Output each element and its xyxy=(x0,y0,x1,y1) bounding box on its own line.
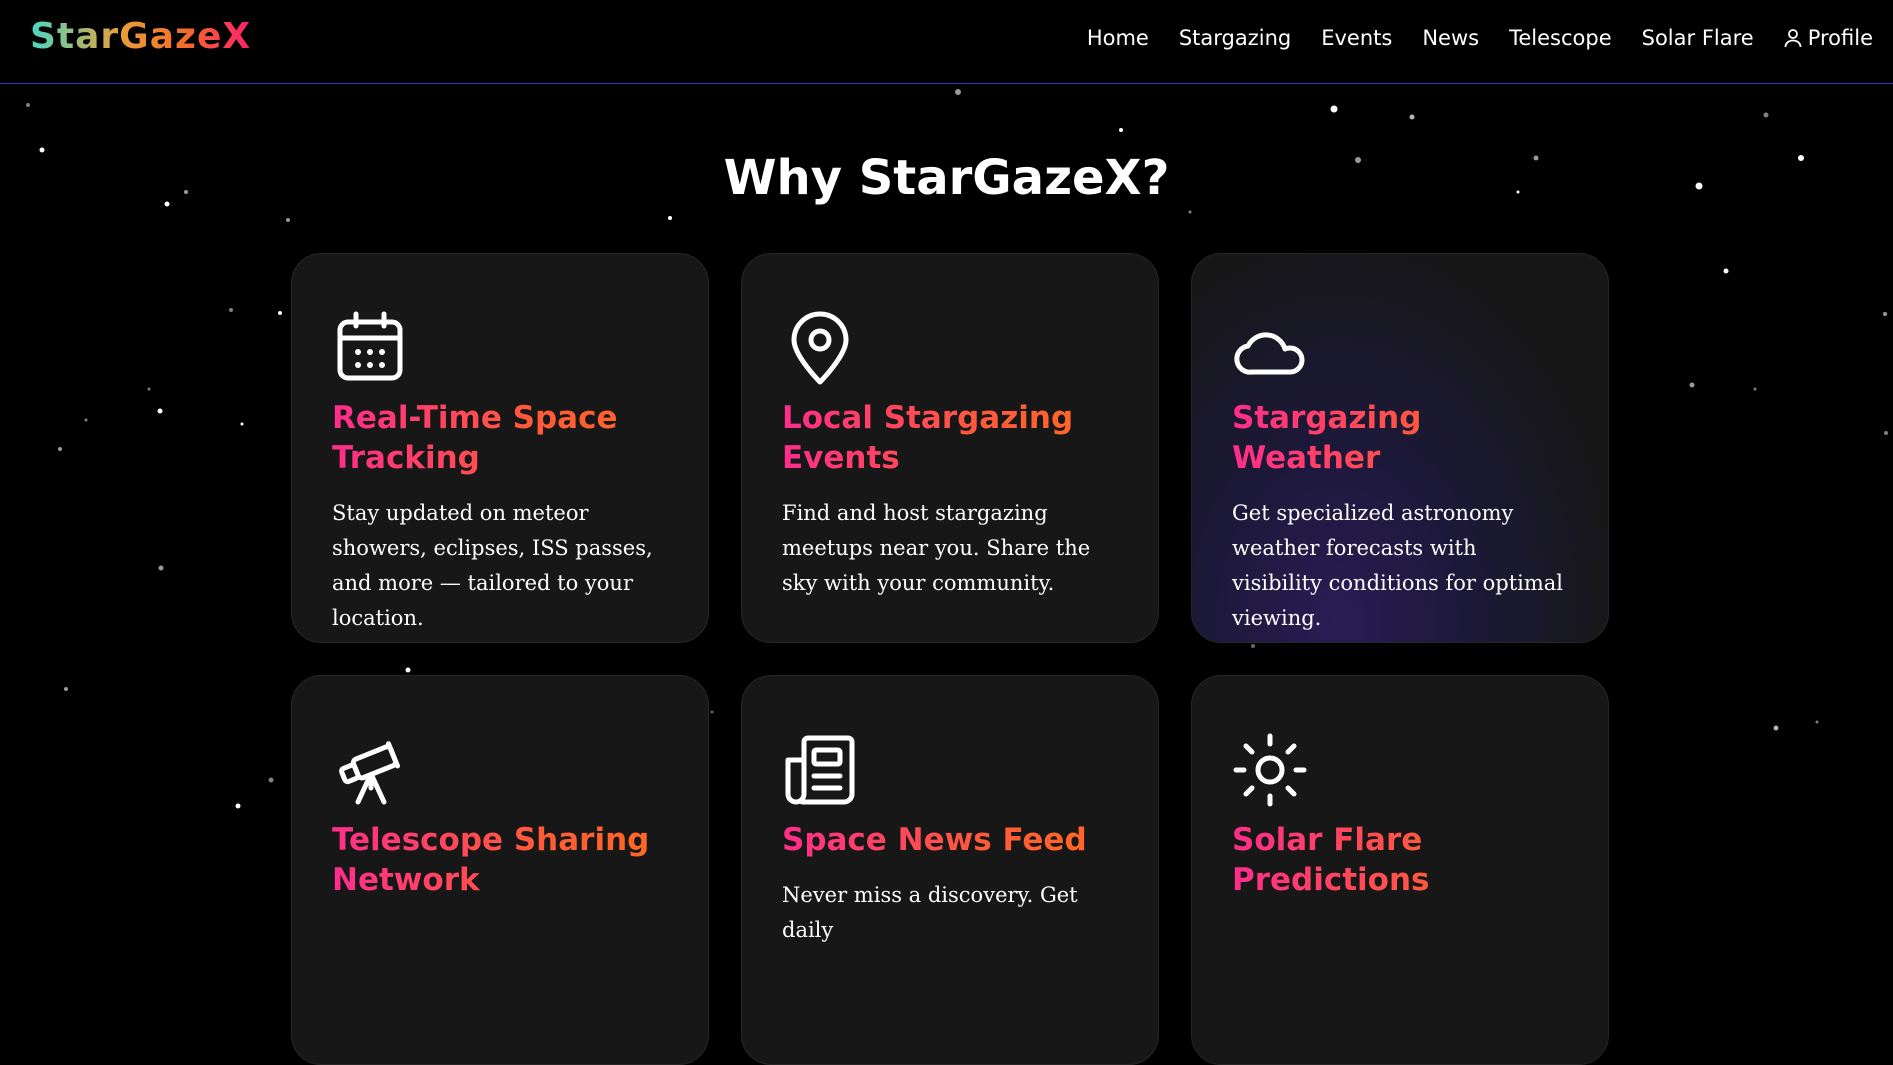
feature-description: Stay updated on meteor showers, eclipses… xyxy=(332,501,653,630)
nav-link-profile[interactable]: Profile xyxy=(1784,26,1873,50)
feature-description: Find and host stargazing meetups near yo… xyxy=(782,501,1091,595)
map-pin-icon xyxy=(791,311,849,385)
feature-card-weather[interactable]: Stargazing Weather Get specialized astro… xyxy=(1191,253,1609,643)
nav-link-telescope[interactable]: Telescope xyxy=(1509,26,1612,50)
feature-card-news-feed[interactable]: Space News Feed Never miss a discovery. … xyxy=(741,675,1159,1065)
cloud-icon xyxy=(1234,332,1305,375)
feature-description: Never miss a discovery. Get daily xyxy=(782,883,1078,942)
feature-title: Local Stargazing Events xyxy=(782,398,1118,478)
user-icon xyxy=(1784,29,1802,48)
feature-title: Space News Feed xyxy=(782,820,1118,860)
nav-link-solar-flare[interactable]: Solar Flare xyxy=(1642,26,1754,50)
nav-link-stargazing[interactable]: Stargazing xyxy=(1179,26,1291,50)
feature-card-local-events[interactable]: Local Stargazing Events Find and host st… xyxy=(741,253,1159,643)
feature-card-telescope-network[interactable]: Telescope Sharing Network xyxy=(291,675,709,1065)
newspaper-icon xyxy=(785,735,855,805)
feature-title: Stargazing Weather xyxy=(1232,398,1568,478)
feature-title: Real-Time Space Tracking xyxy=(332,398,668,478)
sun-icon xyxy=(1233,733,1307,807)
section-title: Why StarGazeX? xyxy=(723,150,1170,206)
main-nav: Home Stargazing Events News Telescope So… xyxy=(1087,26,1873,50)
calendar-icon xyxy=(337,311,403,381)
feature-description: Get specialized astronomy weather foreca… xyxy=(1232,501,1564,630)
top-navbar: StarGazeX Home Stargazing Events News Te… xyxy=(0,0,1893,84)
feature-title: Telescope Sharing Network xyxy=(332,820,668,900)
brand-logo[interactable]: StarGazeX xyxy=(30,16,251,57)
nav-link-profile-label: Profile xyxy=(1807,26,1873,50)
telescope-icon xyxy=(339,741,400,805)
feature-card-space-tracking[interactable]: Real-Time Space Tracking Stay updated on… xyxy=(291,253,709,643)
feature-title: Solar Flare Predictions xyxy=(1232,820,1568,900)
nav-link-home[interactable]: Home xyxy=(1087,26,1149,50)
nav-link-news[interactable]: News xyxy=(1422,26,1479,50)
nav-link-events[interactable]: Events xyxy=(1321,26,1392,50)
feature-card-solar-flare[interactable]: Solar Flare Predictions xyxy=(1191,675,1609,1065)
